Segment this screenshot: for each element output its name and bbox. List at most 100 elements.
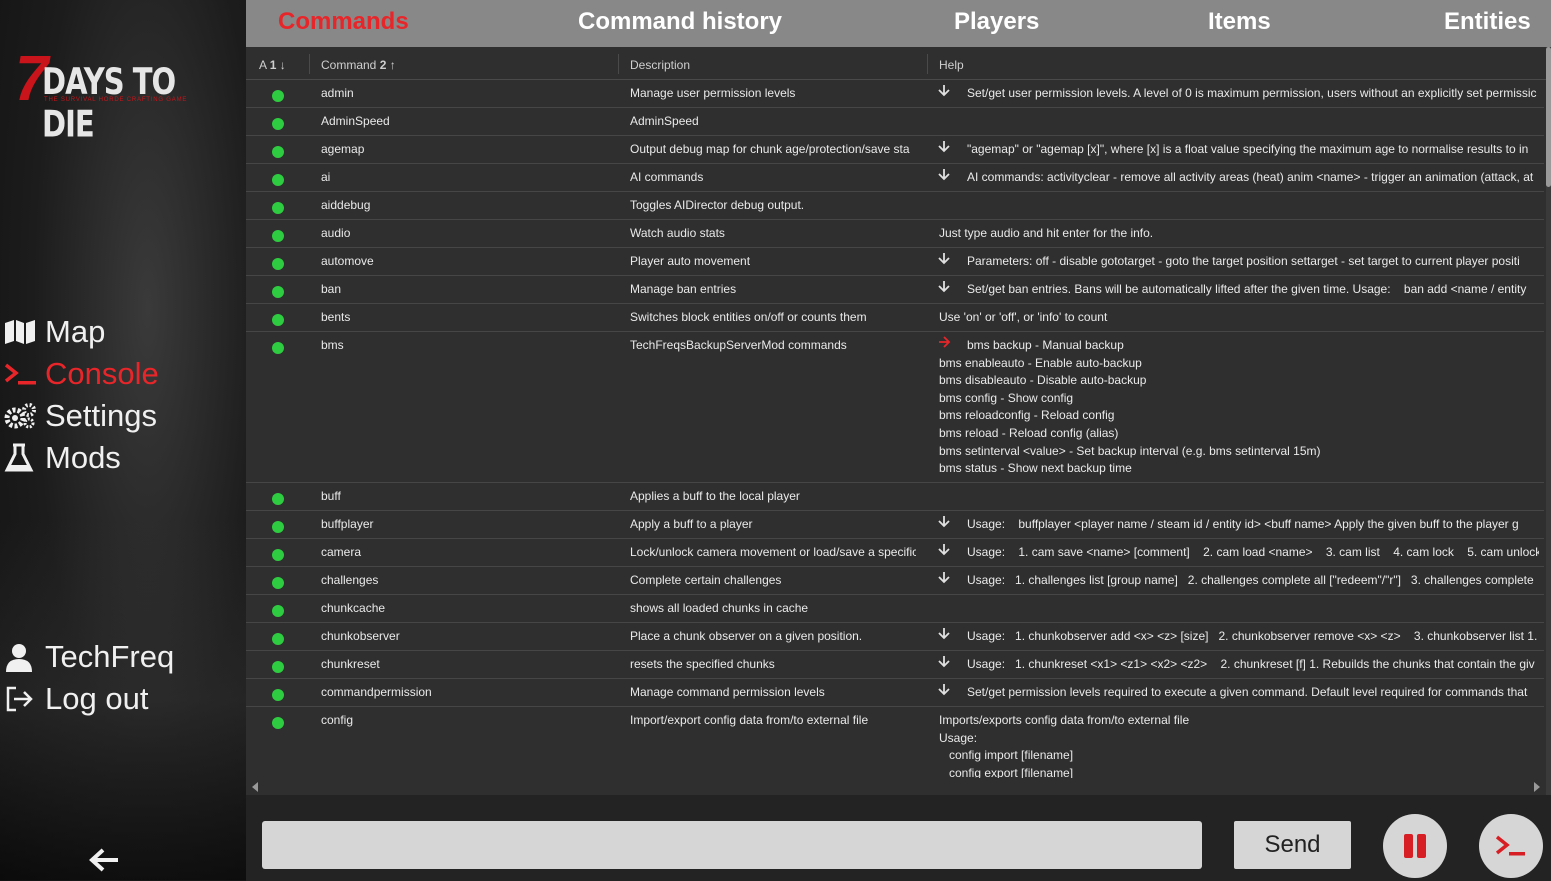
command-help: Usage: 1. cam save <name> [comment] 2. c…	[967, 545, 1539, 559]
nav-settings-label: Settings	[45, 398, 158, 433]
command-description: Player auto movement	[630, 254, 751, 268]
tab-command-history[interactable]: Command history	[578, 8, 782, 36]
command-name: bents	[321, 310, 351, 324]
status-dot-icon	[272, 90, 284, 102]
command-help: Usage: 1. chunkobserver add <x> <z> [siz…	[967, 629, 1538, 643]
table-row[interactable]: camera Lock/unlock camera movement or loa…	[246, 539, 1544, 567]
flask-icon	[4, 442, 40, 474]
command-name: buff	[321, 489, 341, 503]
command-description: AI commands	[630, 170, 704, 184]
logout-icon	[4, 683, 40, 715]
scroll-left-icon[interactable]	[252, 782, 258, 792]
table-row[interactable]: bms TechFreqsBackupServerMod commands bms …	[246, 332, 1544, 483]
pause-button[interactable]	[1383, 814, 1447, 878]
status-dot-icon	[272, 202, 284, 214]
command-name: chunkcache	[321, 601, 386, 615]
arrow-left-icon[interactable]	[88, 845, 122, 875]
tab-commands[interactable]: Commands	[278, 8, 409, 36]
commands-table: A 1 ↓ Command 2 ↑ Description Help admin…	[246, 47, 1551, 795]
command-help: Parameters: off - disable gototarget - g…	[967, 254, 1520, 268]
status-dot-icon	[272, 633, 284, 645]
command-help: bms backup - Manual backup bms enableaut…	[939, 338, 1321, 476]
column-header-description[interactable]: Description	[618, 54, 690, 74]
table-row[interactable]: commandpermission Manage command permissi…	[246, 679, 1544, 707]
expand-arrow-down-icon[interactable]	[938, 515, 950, 529]
expand-arrow-down-icon[interactable]	[938, 627, 950, 641]
command-name: AdminSpeed	[321, 114, 390, 128]
expand-arrow-down-icon[interactable]	[938, 571, 950, 585]
command-description: Import/export config data from/to extern…	[630, 713, 869, 727]
nav-settings[interactable]: Settings	[4, 396, 157, 436]
nav-map[interactable]: Map	[4, 312, 105, 352]
table-row[interactable]: admin Manage user permission levels Set/ge…	[246, 80, 1544, 108]
command-help: Set/get user permission levels. A level …	[967, 86, 1537, 100]
sort-index: 2	[379, 58, 387, 72]
table-row[interactable]: audio Watch audio stats Just type audio an…	[246, 220, 1544, 248]
command-help: AI commands: activityclear - remove all …	[967, 170, 1534, 184]
command-name: ai	[321, 170, 331, 184]
table-row[interactable]: bents Switches block entities on/off or c…	[246, 304, 1544, 332]
column-header-active[interactable]: A 1 ↓	[259, 58, 286, 72]
tab-entities[interactable]: Entities	[1444, 8, 1531, 36]
map-icon	[4, 316, 40, 348]
tab-items[interactable]: Items	[1208, 8, 1271, 36]
horizontal-scrollbar[interactable]	[246, 778, 1546, 795]
command-help: Just type audio and hit enter for the in…	[939, 226, 1154, 240]
expand-arrow-down-icon[interactable]	[938, 84, 950, 98]
table-row[interactable]: aiddebug Toggles AIDirector debug output.	[246, 192, 1544, 220]
console-toggle-button[interactable]	[1479, 814, 1543, 878]
column-label: Help	[939, 58, 964, 72]
expand-arrow-down-icon[interactable]	[938, 252, 950, 266]
command-name: bms	[321, 338, 344, 352]
scrollbar-thumb[interactable]	[1546, 47, 1551, 187]
logout-link[interactable]: Log out	[4, 679, 148, 719]
table-row[interactable]: chunkreset resets the specified chunks Usa…	[246, 651, 1544, 679]
column-label: Command	[321, 58, 377, 72]
command-description: Applies a buff to the local player	[630, 489, 800, 503]
table-row[interactable]: agemap Output debug map for chunk age/pro…	[246, 136, 1544, 164]
nav-console[interactable]: Console	[4, 354, 159, 394]
table-row[interactable]: chunkobserver Place a chunk observer on a…	[246, 623, 1544, 651]
user-profile[interactable]: TechFreq	[4, 637, 174, 677]
command-description: Manage ban entries	[630, 282, 737, 296]
table-row[interactable]: buffplayer Apply a buff to a player Usage:…	[246, 511, 1544, 539]
table-row[interactable]: config Import/export config data from/to …	[246, 707, 1544, 787]
status-dot-icon	[272, 146, 284, 158]
command-description: Manage user permission levels	[630, 86, 796, 100]
send-button[interactable]: Send	[1234, 821, 1351, 869]
expand-arrow-down-icon[interactable]	[938, 655, 950, 669]
nav-console-label: Console	[45, 356, 159, 391]
nav-map-label: Map	[45, 314, 106, 349]
command-description: AdminSpeed	[630, 114, 699, 128]
table-row[interactable]: challenges Complete certain challenges Usa…	[246, 567, 1544, 595]
column-header-command[interactable]: Command 2 ↑	[309, 54, 396, 74]
tab-bar: Commands Command history Players Items E…	[246, 0, 1551, 47]
table-row[interactable]: ai AI commands AI commands: activityclear …	[246, 164, 1544, 192]
table-row[interactable]: AdminSpeed AdminSpeed	[246, 108, 1544, 136]
sort-arrow-icon: ↑	[389, 58, 396, 72]
command-input[interactable]	[262, 821, 1202, 869]
expand-arrow-down-icon[interactable]	[938, 280, 950, 294]
nav-mods[interactable]: Mods	[4, 438, 121, 478]
command-description: Apply a buff to a player	[630, 517, 753, 531]
table-row[interactable]: automove Player auto movement Parameters: …	[246, 248, 1544, 276]
expand-arrow-down-icon[interactable]	[938, 140, 950, 154]
tab-players[interactable]: Players	[954, 8, 1039, 36]
status-dot-icon	[272, 493, 284, 505]
expand-arrow-down-icon[interactable]	[938, 683, 950, 697]
vertical-scrollbar[interactable]	[1546, 47, 1551, 795]
expand-arrow-down-icon[interactable]	[938, 168, 950, 182]
command-name: audio	[321, 226, 351, 240]
table-row[interactable]: chunkcache shows all loaded chunks in cac…	[246, 595, 1544, 623]
command-description: Output debug map for chunk age/protectio…	[630, 142, 910, 156]
expand-arrow-down-icon[interactable]	[938, 543, 950, 557]
command-name: ban	[321, 282, 342, 296]
status-dot-icon	[272, 521, 284, 533]
command-description: Lock/unlock camera movement or load/save…	[630, 545, 916, 559]
column-header-help[interactable]: Help	[927, 54, 964, 74]
table-row[interactable]: buff Applies a buff to the local player	[246, 483, 1544, 511]
scroll-right-icon[interactable]	[1534, 782, 1540, 792]
table-row[interactable]: ban Manage ban entries Set/get ban entries…	[246, 276, 1544, 304]
command-help: Usage: 1. chunkreset <x1> <z1> <x2> <z2>…	[967, 657, 1535, 671]
command-name: config	[321, 713, 354, 727]
